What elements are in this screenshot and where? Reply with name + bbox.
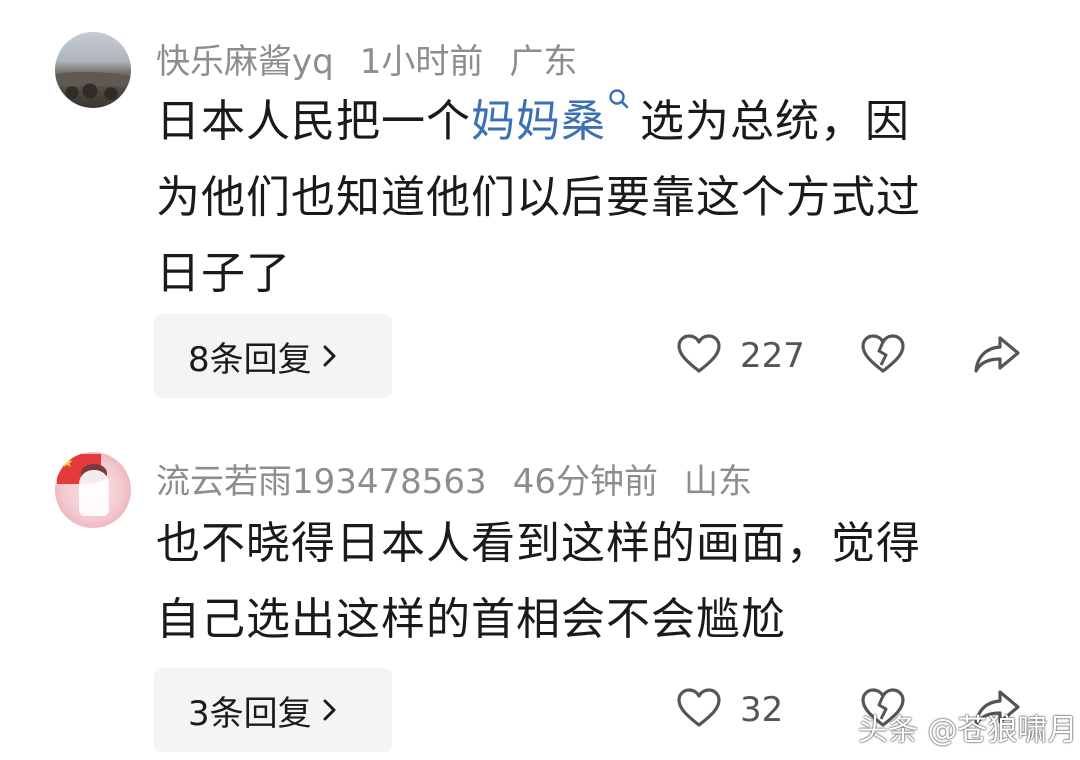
comment-item: 快乐麻酱yq 1小时前 广东 日本人民把一个妈妈桑 选为总统，因 为他们也知道他们… bbox=[0, 28, 1080, 408]
search-link[interactable]: 妈妈桑 bbox=[471, 96, 606, 147]
username[interactable]: 快乐麻酱yq bbox=[156, 34, 334, 83]
like-button[interactable]: 227 bbox=[676, 326, 805, 386]
comment-line: 自己选出这样的首相会不会尴尬 bbox=[156, 594, 786, 645]
location: 山东 bbox=[683, 461, 752, 502]
heart-icon bbox=[676, 687, 722, 733]
comment-meta: 快乐麻酱yq 1小时前 广东 bbox=[156, 34, 578, 83]
search-icon[interactable] bbox=[608, 84, 630, 114]
comment-line: 日子了 bbox=[156, 248, 291, 299]
like-count: 227 bbox=[740, 336, 805, 376]
avatar-trees bbox=[63, 82, 123, 100]
comment-text: 日本人民把一个妈妈桑 选为总统，因 为他们也知道他们以后要靠这个方式过 日子了 bbox=[156, 84, 1016, 312]
star-icon: ★ bbox=[61, 455, 74, 471]
comment-line: 也不晓得日本人看到这样的画面，觉得 bbox=[156, 518, 921, 569]
comment-line: 为他们也知道他们以后要靠这个方式过 bbox=[156, 172, 921, 223]
comment-text: 也不晓得日本人看到这样的画面，觉得 自己选出这样的首相会不会尴尬 bbox=[156, 506, 1016, 658]
heart-icon bbox=[676, 333, 722, 379]
chevron-right-icon bbox=[322, 697, 338, 723]
comment-meta: 流云若雨193478563 46分钟前 山东 bbox=[156, 454, 752, 503]
avatar-figure bbox=[79, 470, 109, 516]
avatar[interactable]: ★ bbox=[55, 452, 131, 528]
avatar[interactable] bbox=[55, 32, 131, 108]
like-count: 32 bbox=[740, 690, 784, 730]
broken-heart-icon bbox=[860, 333, 906, 379]
view-replies-button[interactable]: 8条回复 bbox=[154, 314, 392, 398]
timestamp: 46分钟前 bbox=[512, 461, 658, 502]
comment-text-segment: 选为总统，因 bbox=[640, 96, 910, 147]
view-replies-button[interactable]: 3条回复 bbox=[154, 668, 392, 752]
share-arrow-icon bbox=[972, 332, 1022, 380]
comment-line: 日本人民把一个妈妈桑 选为总统，因 bbox=[156, 84, 1016, 160]
share-button[interactable] bbox=[972, 326, 1022, 386]
dislike-button[interactable] bbox=[860, 326, 906, 386]
location: 广东 bbox=[509, 41, 578, 82]
comment-text-segment: 日本人民把一个 bbox=[156, 96, 471, 147]
chevron-right-icon bbox=[322, 343, 338, 369]
reply-count-label: 8条回复 bbox=[188, 339, 312, 380]
timestamp: 1小时前 bbox=[359, 41, 484, 82]
like-button[interactable]: 32 bbox=[676, 680, 783, 740]
reply-count-label: 3条回复 bbox=[188, 693, 312, 734]
comment-actions: 227 bbox=[672, 326, 1032, 386]
watermark: 头条 @苍狼啸月 bbox=[858, 713, 1078, 748]
username[interactable]: 流云若雨193478563 bbox=[156, 454, 487, 503]
comment-list: 快乐麻酱yq 1小时前 广东 日本人民把一个妈妈桑 选为总统，因 为他们也知道他们… bbox=[0, 0, 1080, 760]
